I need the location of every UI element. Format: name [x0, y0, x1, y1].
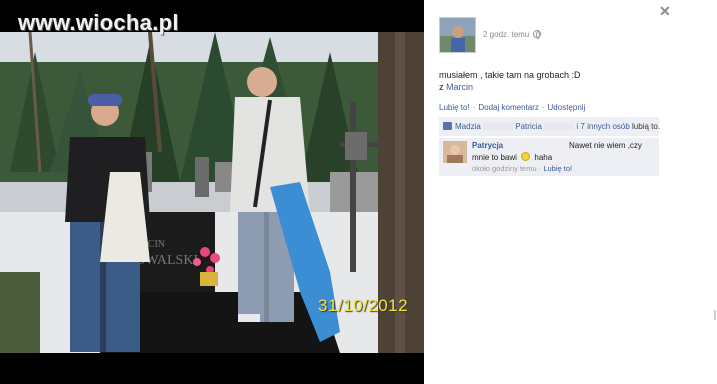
- scrollbar[interactable]: [714, 310, 716, 320]
- date-stamp: 31/10/2012: [318, 296, 409, 315]
- comment-meta: około godziny temu · Lubię to!: [472, 164, 572, 173]
- comment-author-link[interactable]: Patrycja: [472, 141, 503, 150]
- comment-link[interactable]: Dodaj komentarz: [478, 103, 538, 112]
- globe-icon[interactable]: [533, 30, 542, 39]
- comment-text-part2: mnie to bawi: [472, 153, 517, 162]
- share-link[interactable]: Udostępnij: [548, 103, 586, 112]
- like-link[interactable]: Lubię to!: [439, 103, 470, 112]
- commenter-avatar[interactable]: [443, 141, 467, 163]
- photo-panel: MARCIN KOWALSKI www.wiocha.pl 31/10/2012: [0, 0, 424, 384]
- smiley-icon: [521, 152, 531, 161]
- redacted-name: [544, 123, 575, 130]
- tagged-person-link[interactable]: Marcin: [446, 82, 473, 92]
- avatar[interactable]: [439, 17, 476, 53]
- liker-link-2[interactable]: Patricia: [515, 122, 542, 131]
- likes-suffix: lubią to.: [632, 122, 661, 131]
- comment-text-line2: mnie to bawi haha: [472, 152, 552, 162]
- likes-summary: Madzia Patricia i 7 innych osób lubią to…: [439, 117, 661, 136]
- comment: Patrycja Nawet nie wiem ,czy mnie to baw…: [439, 138, 659, 176]
- others-likes-link[interactable]: i 7 innych osób: [576, 122, 629, 131]
- liker-link-1[interactable]: Madzia: [455, 122, 481, 131]
- comment-time[interactable]: około godziny temu: [472, 164, 537, 173]
- meta-separator: ·: [538, 164, 542, 173]
- comment-like-link[interactable]: Lubię to!: [543, 164, 572, 173]
- thumbs-up-icon: [443, 122, 452, 130]
- post-time-text[interactable]: 2 godz. temu: [483, 30, 529, 39]
- post-actions: Lubię to! · Dodaj komentarz · Udostępnij: [439, 103, 586, 112]
- comment-text-part1: Nawet nie wiem ,czy: [569, 141, 642, 150]
- close-icon[interactable]: ✕: [659, 3, 671, 20]
- post-time: 2 godz. temu: [483, 30, 542, 39]
- comment-text-part3: haha: [534, 153, 553, 162]
- post-caption: musiałem , takie tam na grobach :D: [439, 70, 581, 80]
- tagged-with: z Marcin: [439, 82, 473, 92]
- post-sidebar: ✕ 2 godz. temu musiałem , takie tam na g…: [424, 0, 717, 384]
- with-prefix: z: [439, 82, 444, 92]
- watermark: www.wiocha.pl: [18, 10, 179, 35]
- redacted-name: [483, 123, 514, 130]
